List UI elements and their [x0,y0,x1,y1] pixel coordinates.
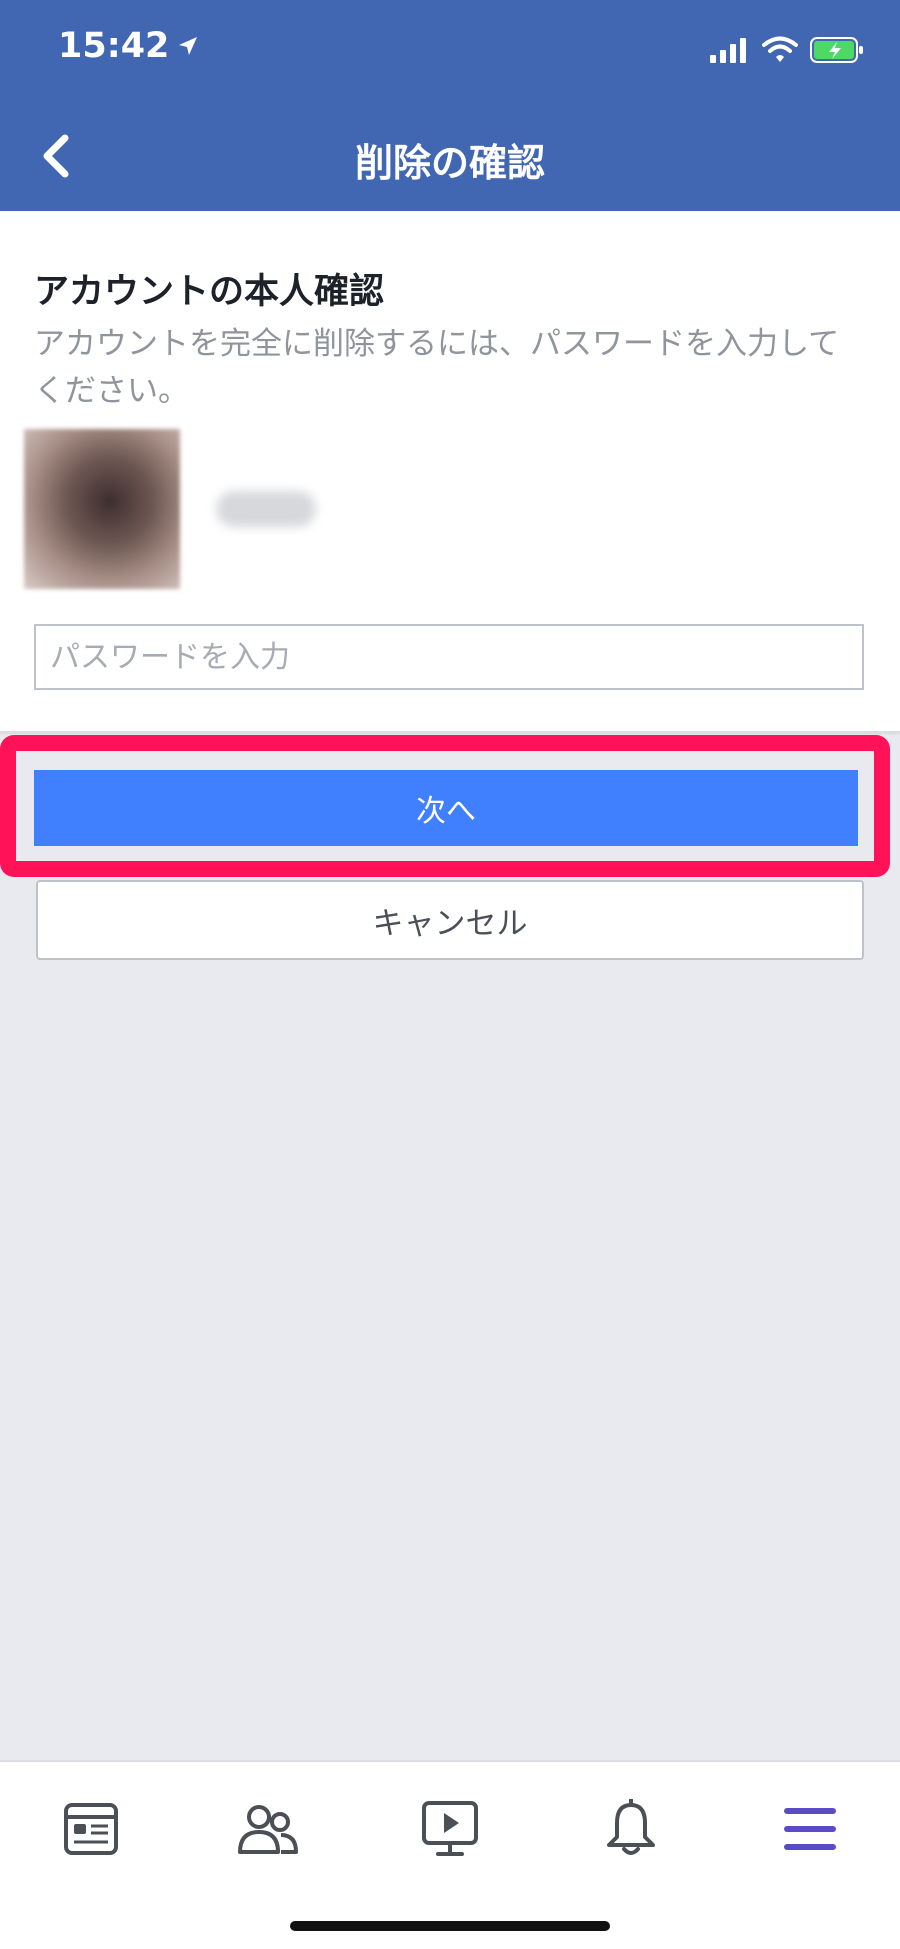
news-feed-icon [63,1802,119,1860]
status-time-text: 15:42 [58,26,170,66]
page-title: 削除の確認 [354,141,545,185]
tab-watch[interactable] [405,1786,495,1876]
wifi-icon [762,36,798,68]
home-indicator [290,1921,610,1931]
tab-notifications[interactable] [586,1786,676,1876]
battery-charging-icon [810,36,864,68]
status-indicators [710,36,864,68]
app-header: 15:42 削除の確認 [0,0,900,211]
menu-icon [782,1804,838,1858]
tab-menu[interactable] [765,1786,855,1876]
location-arrow-icon [177,26,199,66]
watch-video-icon [421,1800,479,1862]
next-button[interactable]: 次へ [34,770,858,846]
card-title: アカウントの本人確認 [34,272,385,312]
cellular-signal-icon [710,37,750,67]
verification-card: アカウントの本人確認 アカウントを完全に削除するには、パスワードを入力してくださ… [0,211,900,733]
status-time: 15:42 [58,26,199,66]
card-description: アカウントを完全に削除するには、パスワードを入力してください。 [34,326,840,409]
tab-friends[interactable] [223,1786,313,1876]
avatar [24,429,180,589]
friends-icon [237,1802,299,1860]
password-field[interactable] [34,624,864,690]
cancel-button[interactable]: キャンセル [36,880,864,960]
tab-bar [0,1760,900,1949]
tab-news-feed[interactable] [46,1786,136,1876]
user-name-blurred [216,491,316,527]
bell-icon [604,1798,658,1863]
